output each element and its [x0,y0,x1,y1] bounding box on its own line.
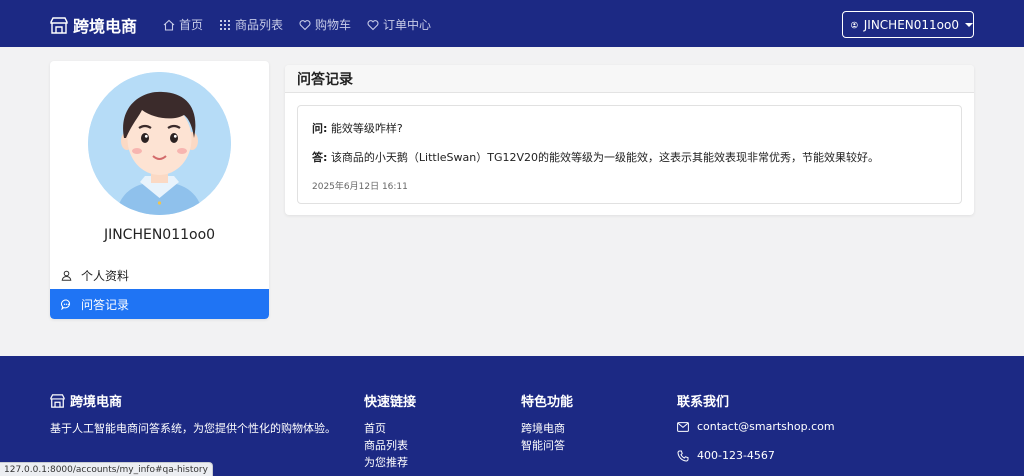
profile-card: JINCHEN011oo0 个人资料 问答记录 [50,61,269,319]
shop-icon [50,16,68,34]
footer-link-recommend[interactable]: 为您推荐 [364,454,408,470]
contact-title: 联系我们 [677,395,730,410]
answer-prefix: 答: [312,151,328,164]
nav-home[interactable]: 首页 [163,16,203,33]
heart-icon [367,19,379,30]
qa-answer: 答: 该商品的小天鹅（LittleSwan）TG12V20的能效等级为一级能效，… [312,149,879,165]
shop-icon [50,393,65,408]
footer: 跨境电商 基于人工智能电商问答系统，为您提供个性化的购物体验。 快速链接 首页 … [0,356,1024,476]
grid-icon [220,19,231,30]
footer-brand: 跨境电商 [50,391,122,410]
nav-products-label: 商品列表 [235,18,284,32]
contact-email[interactable]: contact@smartshop.com [677,420,835,433]
user-circle-icon [851,21,858,28]
nav-home-label: 首页 [179,18,204,32]
question-prefix: 问: [312,122,328,135]
footer-link-qa[interactable]: 智能问答 [521,437,565,453]
menu-item-qa-history[interactable]: 问答记录 [50,289,269,319]
qa-panel-title: 问答记录 [285,65,974,93]
menu-item-qa-history-label: 问答记录 [81,297,130,312]
chevron-down-icon [965,22,973,27]
phone-icon [677,450,689,462]
qa-history-panel: 问答记录 问: 能效等级咋样? 答: 该商品的小天鹅（LittleSwan）TG… [285,65,974,215]
nav-products[interactable]: 商品列表 [219,16,283,33]
qa-timestamp: 2025年6月12日 16:11 [312,182,408,192]
footer-brand-name: 跨境电商 [70,395,123,410]
brand-logo[interactable]: 跨境电商 [50,13,137,37]
nav-cart[interactable]: 购物车 [299,16,351,33]
nav-cart-label: 购物车 [315,18,352,32]
user-name: JINCHEN011oo0 [863,17,959,32]
contact-phone[interactable]: 400-123-4567 [677,449,775,462]
contact-phone-text: 400-123-4567 [697,449,775,462]
qa-item: 问: 能效等级咋样? 答: 该商品的小天鹅（LittleSwan）TG12V20… [297,105,962,204]
footer-link-products[interactable]: 商品列表 [364,437,408,453]
browser-status-url: 127.0.0.1:8000/accounts/my_info#qa-histo… [0,462,213,476]
nav-orders-label: 订单中心 [383,18,432,32]
footer-link-crossborder[interactable]: 跨境电商 [521,420,565,436]
brand-name: 跨境电商 [73,17,138,36]
contact-email-text: contact@smartshop.com [697,420,835,433]
user-dropdown-button[interactable]: JINCHEN011oo0 [842,11,974,38]
person-icon [61,270,72,281]
features-title: 特色功能 [521,395,574,410]
quick-links-title: 快速链接 [364,395,417,410]
footer-link-home[interactable]: 首页 [364,420,386,436]
envelope-icon [677,421,689,432]
qa-question: 问: 能效等级咋样? [312,120,403,136]
home-icon [163,19,175,31]
profile-name: JINCHEN011oo0 [103,227,216,243]
nav-orders[interactable]: 订单中心 [367,16,431,33]
heart-icon [299,19,311,30]
question-text: 能效等级咋样? [330,122,403,135]
menu-item-profile-label: 个人资料 [81,268,130,283]
menu-item-profile[interactable]: 个人资料 [50,261,269,289]
footer-description: 基于人工智能电商问答系统，为您提供个性化的购物体验。 [50,422,336,435]
nav-links: 首页 商品列表 购物车 订单中心 [163,16,447,33]
chat-icon [61,298,71,310]
answer-text: 该商品的小天鹅（LittleSwan）TG12V20的能效等级为一级能效，这表示… [330,151,879,164]
avatar [88,72,231,215]
top-navbar: 跨境电商 首页 商品列表 购物车 订单中心 JINCHEN011oo0 [0,0,1024,47]
